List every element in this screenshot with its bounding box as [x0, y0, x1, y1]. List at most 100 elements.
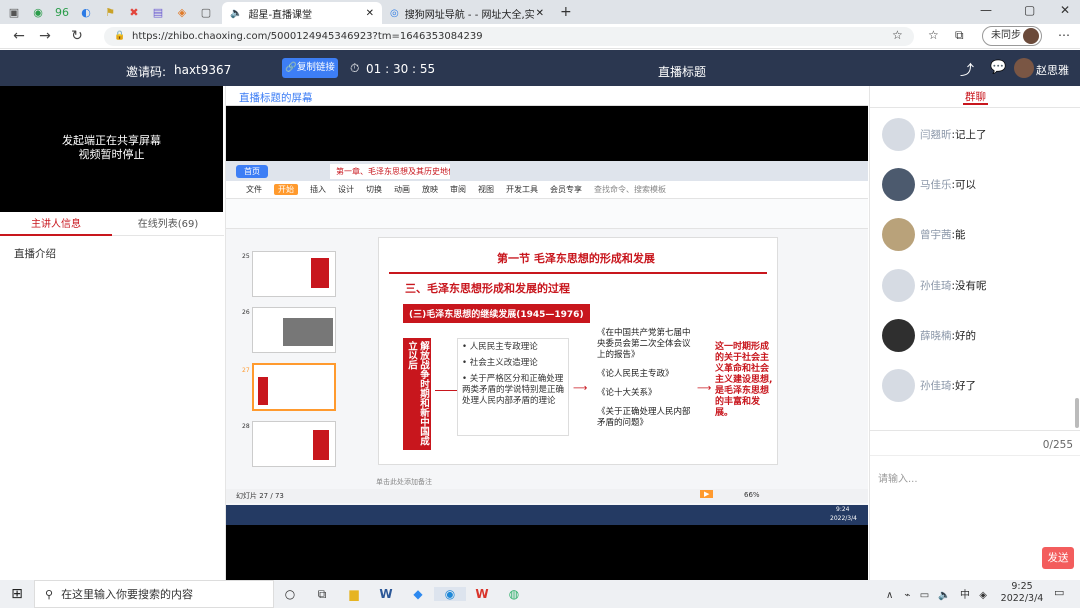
avatar[interactable] [1014, 58, 1034, 78]
minimize-button[interactable]: — [980, 3, 992, 17]
window-close-button[interactable]: ✕ [1060, 3, 1070, 17]
network-icon[interactable]: ⌁ [905, 590, 911, 601]
ppt-menu-item[interactable]: 开发工具 [506, 184, 538, 195]
forward-button[interactable]: → [32, 28, 58, 44]
live-title: 直播标题 [658, 65, 707, 79]
clock[interactable]: 9:25 2022/3/4 [998, 581, 1046, 605]
user-name: 赵思雅 [1036, 64, 1069, 77]
chevron-up-icon[interactable]: ∧ [886, 590, 893, 601]
ppt-file-tab[interactable]: 第一章、毛泽东思想及其历史地位(... [330, 164, 450, 179]
clock-time: 9:25 [1011, 581, 1033, 592]
ppt-home-tab[interactable]: 首页 [236, 165, 268, 178]
word-icon[interactable]: W [370, 587, 402, 601]
battery-icon[interactable]: ▭ [920, 590, 929, 601]
ppt-menu-item[interactable]: 切换 [366, 184, 382, 195]
notes-hint[interactable]: 单击此处添加备注 [376, 477, 432, 487]
chat-message: 曾宇茜: 能 [882, 218, 966, 251]
windows-start-icon[interactable]: ⊞ [0, 586, 34, 602]
task-view-icon[interactable]: ⧉ [306, 587, 338, 602]
app-icon[interactable]: ◆ [402, 587, 434, 601]
wechat-icon[interactable]: ◍ [498, 587, 530, 601]
bullet-item: • 关于严格区分和正确处理两类矛盾的学说特别是正确处理人民内部矛盾的理论 [462, 374, 565, 406]
ppt-search[interactable]: 查找命令、搜索模板 [594, 184, 666, 195]
connector-line [435, 390, 457, 391]
tab-actions-icon[interactable]: ▣ [4, 2, 24, 22]
pinned-tab[interactable]: 96 [52, 2, 72, 22]
ppt-menu-item[interactable]: 审阅 [450, 184, 466, 195]
slide-title-rule [389, 272, 767, 274]
close-icon[interactable]: ✕ [366, 8, 374, 19]
pinned-tab[interactable]: ⚑ [100, 2, 120, 22]
ppt-menu-item[interactable]: 视图 [478, 184, 494, 195]
slide-thumbnail[interactable] [252, 421, 336, 467]
play-button[interactable]: ▶ [700, 490, 714, 498]
pinned-tab[interactable]: ▢ [196, 2, 216, 22]
tab-online-list[interactable]: 在线列表(69) [112, 214, 224, 236]
thumb-number: 27 [242, 367, 250, 374]
edge-icon[interactable]: ◉ [434, 587, 466, 601]
inner-date: 2022/3/4 [830, 515, 857, 522]
menu-icon[interactable]: ⋯ [1058, 28, 1070, 42]
zoom-level: 66% [744, 491, 760, 499]
volume-icon[interactable]: 🔈 [938, 590, 950, 601]
pinned-tab[interactable]: ▤ [148, 2, 168, 22]
ppt-menu-item[interactable]: 插入 [310, 184, 326, 195]
tab-live-class[interactable]: 🔈 超星-直播课堂 ✕ [222, 2, 382, 24]
tray-app-icon[interactable]: ◈ [979, 590, 987, 601]
invite-label: 邀请码: [126, 65, 167, 79]
browser-tab-bar: ▣ ◉ 96 ◐ ⚑ ✖ ▤ ◈ ▢ 🔈 超星-直播课堂 ✕ ◎ 搜狗网址导航 … [0, 0, 1080, 24]
ppt-menu-item[interactable]: 会员专享 [550, 184, 582, 195]
live-header: 邀请码: haxt9367 🔗复制链接 ⏱ 01 : 30 : 55 直播标题 … [0, 50, 1080, 86]
extensions-icon[interactable]: ⧉ [955, 28, 964, 43]
ppt-menu-item[interactable]: 动画 [394, 184, 410, 195]
chat-message: 薛晓楠: 好的 [882, 319, 976, 352]
favorite-icon[interactable]: ☆ [892, 28, 903, 42]
video-paused-notice: 视频暂时停止 [78, 148, 145, 161]
avatar [882, 168, 915, 201]
avatar [882, 319, 915, 352]
chat-icon[interactable]: 💬 [990, 60, 1006, 75]
new-tab-button[interactable]: + [560, 4, 572, 20]
ppt-menu-item[interactable]: 文件 [246, 184, 262, 195]
chat-scrollbar[interactable] [1075, 398, 1079, 428]
address-toolbar: ← → ↻ 🔒 https://zhibo.chaoxing.com/50001… [0, 24, 1080, 49]
tab-presenter[interactable]: 主讲人信息 [0, 214, 112, 236]
reload-button[interactable]: ↻ [64, 28, 90, 44]
tab-sogou[interactable]: ◎ 搜狗网址导航 - - 网址大全,实用 ✕ [382, 2, 552, 24]
collections-icon[interactable]: ☆ [928, 28, 939, 42]
pinned-tab[interactable]: ✖ [124, 2, 144, 22]
cortana-icon[interactable]: ○ [274, 587, 306, 601]
send-button[interactable]: 发送 [1042, 547, 1074, 569]
notification-icon[interactable]: ▭ [1054, 586, 1064, 599]
maximize-button[interactable]: ▢ [1024, 3, 1035, 17]
shared-ppt-window: 首页 第一章、毛泽东思想及其历史地位(... 文件 开始 插入 设计 切换 动画… [226, 161, 868, 525]
pinned-tab[interactable]: ◉ [28, 2, 48, 22]
ppt-menu-item[interactable]: 放映 [422, 184, 438, 195]
chat-tab[interactable]: 群聊 [870, 86, 1080, 108]
copy-link-button[interactable]: 🔗复制链接 [282, 58, 338, 78]
ime-indicator[interactable]: 中 [960, 590, 970, 601]
explorer-icon[interactable]: ▆ [338, 587, 370, 601]
bullet-item: • 人民民主专政理论 [462, 342, 538, 352]
intro-label: 直播介绍 [14, 248, 56, 260]
pinned-tab[interactable]: ◈ [172, 2, 192, 22]
wps-icon[interactable]: W [466, 587, 498, 601]
chat-input-area: 0/255 请输入... 发送 [870, 430, 1080, 580]
slide-title: 第一节 毛泽东思想的形成和发展 [497, 252, 655, 265]
slide-thumbnail[interactable] [252, 307, 336, 353]
url-field[interactable]: 🔒 https://zhibo.chaoxing.com/50001249453… [104, 27, 914, 46]
ppt-menu-item[interactable]: 设计 [338, 184, 354, 195]
slide-thumbnail-current[interactable] [252, 363, 336, 411]
chat-input[interactable]: 请输入... [870, 455, 1080, 555]
taskbar-search[interactable]: ⚲ 在这里输入你要搜索的内容 [34, 580, 274, 608]
works-list: 《在中国共产党第七届中央委员会第二次全体会议上的报告》 《论人民民主专政》 《论… [597, 328, 697, 429]
pinned-tab[interactable]: ◐ [76, 2, 96, 22]
arrow: ⟶ [697, 383, 712, 394]
back-button[interactable]: ← [6, 28, 32, 44]
share-icon[interactable]: ⤴ [960, 60, 974, 80]
sync-button[interactable]: 未同步 [982, 26, 1042, 46]
close-icon[interactable]: ✕ [536, 8, 544, 19]
ppt-menu-item[interactable]: 开始 [274, 184, 298, 195]
slide-thumbnail[interactable] [252, 251, 336, 297]
system-tray: ∧ ⌁ ▭ 🔈 中 ◈ [886, 586, 987, 601]
